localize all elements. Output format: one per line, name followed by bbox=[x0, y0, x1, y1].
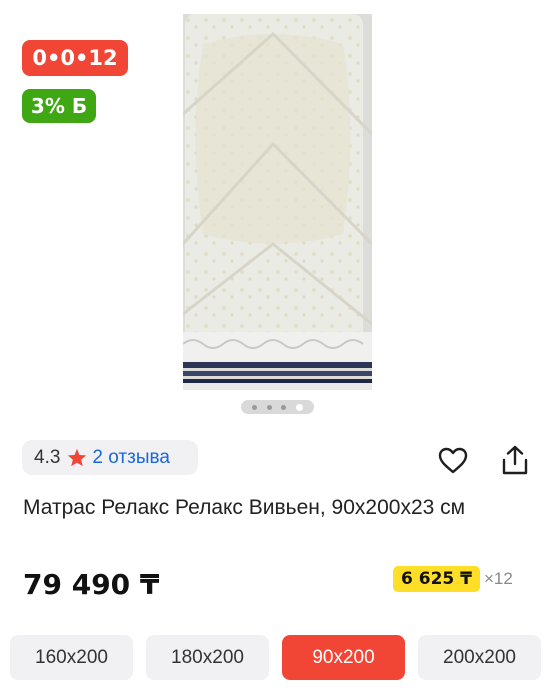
gallery-dot[interactable] bbox=[266, 404, 272, 410]
rating-value: 4.3 bbox=[34, 446, 61, 468]
size-option-200x200[interactable]: 200х200 bbox=[418, 635, 541, 680]
product-title: Матрас Релакс Релакс Вивьен, 90х200х23 с… bbox=[23, 496, 466, 519]
bonus-badge: 3% Б bbox=[22, 89, 96, 123]
installment-months: ×12 bbox=[483, 569, 513, 588]
product-image[interactable] bbox=[183, 14, 372, 390]
product-price: 79 490 ₸ bbox=[23, 568, 160, 601]
installment-info[interactable]: 6 625 ₸ ×12 bbox=[393, 566, 513, 592]
share-icon[interactable] bbox=[499, 444, 531, 476]
favorite-heart-icon[interactable] bbox=[437, 444, 469, 476]
monthly-payment: 6 625 ₸ bbox=[393, 566, 480, 592]
size-option-180x200[interactable]: 180х200 bbox=[146, 635, 269, 680]
rating-pill[interactable]: 4.3 2 отзыва bbox=[22, 440, 198, 475]
size-option-160x200[interactable]: 160х200 bbox=[10, 635, 133, 680]
gallery-dot-active[interactable] bbox=[296, 403, 304, 411]
gallery-dot[interactable] bbox=[251, 404, 257, 410]
size-option-90x200-selected[interactable]: 90х200 bbox=[282, 635, 405, 680]
reviews-link[interactable]: 2 отзыва bbox=[92, 447, 170, 469]
size-selector: 160х200 180х200 90х200 200х200 bbox=[10, 635, 541, 680]
gallery-dot[interactable] bbox=[281, 404, 287, 410]
star-icon bbox=[67, 448, 87, 467]
gallery-dots[interactable] bbox=[241, 400, 314, 414]
installment-badge: 0•0•12 bbox=[22, 40, 128, 76]
